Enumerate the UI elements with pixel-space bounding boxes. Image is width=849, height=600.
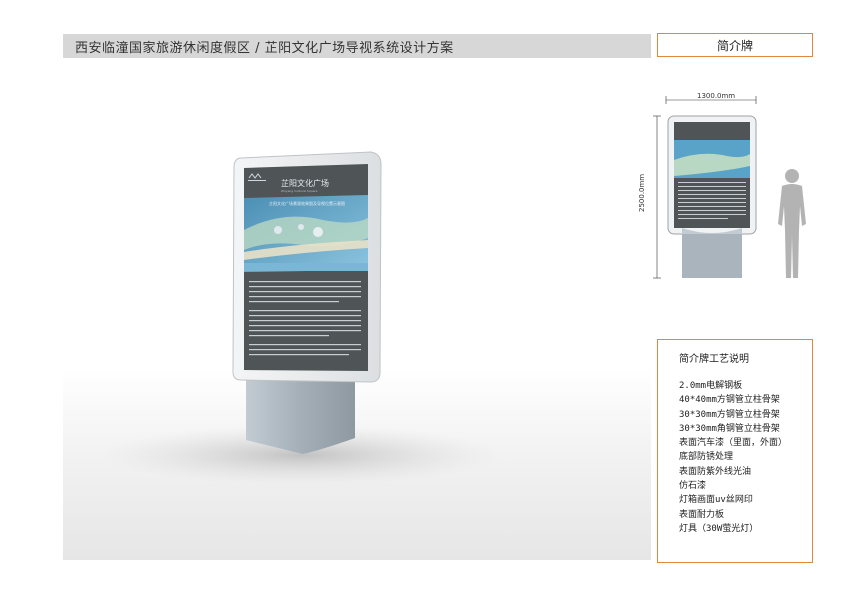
sign-type-label: 简介牌 [657,33,813,57]
list-item: 表面防紫外线光油 [679,466,752,477]
spec-panel: 简介牌工艺说明 2.0mm电解钢板 40*40mm方钢管立柱骨架 30*30mm… [657,339,813,563]
map-caption: 芷阳文化广场景观效果图及导视位置示意图 [269,201,345,206]
list-item: 30*30mm角钢管立柱骨架 [679,423,780,434]
list-item: 底部防锈处理 [679,452,734,463]
sign-subtitle: Zhiyang Cultural Square [281,189,318,193]
human-figure-icon [778,169,806,278]
page-title: 西安临潼国家旅游休闲度假区 / 芷阳文化广场导视系统设计方案 [75,41,454,56]
list-item: 灯箱画面uv丝网印 [679,495,753,506]
width-dimension: 1300.0mm [697,92,736,100]
list-item: 灯具（30W萤光灯） [679,523,759,534]
list-item: 表面汽车漆（里面，外面） [679,438,788,449]
list-item: 30*30mm方钢管立柱骨架 [679,409,780,420]
spec-list: 2.0mm电解钢板 40*40mm方钢管立柱骨架 30*30mm方钢管立柱骨架 … [679,379,803,536]
list-item: 仿石漆 [679,481,707,492]
list-item: 表面耐力板 [679,509,725,520]
list-item: 40*40mm方钢管立柱骨架 [679,395,780,406]
spec-title: 简介牌工艺说明 [679,354,749,365]
sign-title: 芷阳文化广场 [281,179,329,188]
elevation-drawing [652,88,822,288]
height-dimension: 2500.0mm [638,173,646,212]
sign-render: 芷阳文化广场 Zhiyang Cultural Square 芷阳文化广场景观效… [63,80,651,560]
list-item: 2.0mm电解钢板 [679,381,743,391]
